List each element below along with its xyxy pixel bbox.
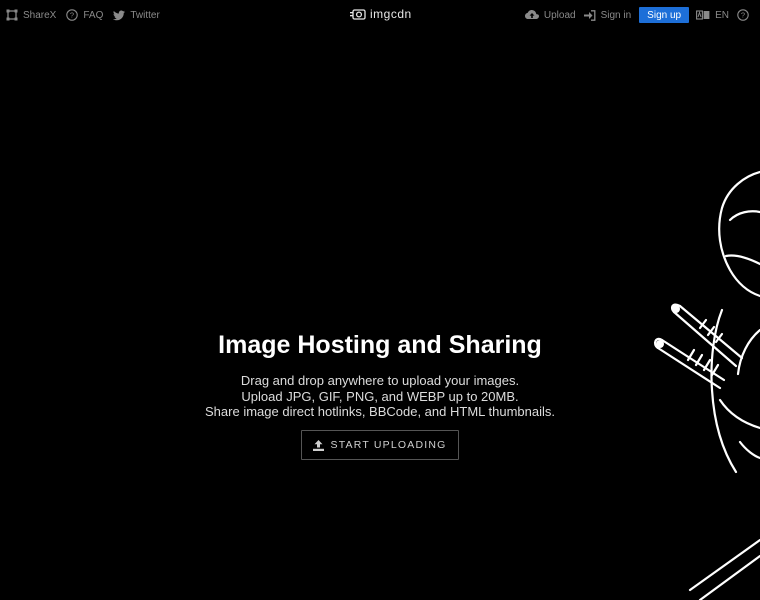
nav-faq-label: FAQ bbox=[83, 9, 104, 21]
top-navigation-bar: ShareX ? FAQ Twitter imgcdn Upload Sign … bbox=[0, 0, 760, 30]
nav-left: ShareX ? FAQ Twitter bbox=[6, 8, 170, 22]
question-circle-icon: ? bbox=[66, 9, 79, 21]
nav-signin-label: Sign in bbox=[600, 9, 632, 21]
start-uploading-button[interactable]: START UPLOADING bbox=[301, 430, 459, 460]
sign-in-icon bbox=[583, 9, 596, 21]
hero-desc-line-3: Share image direct hotlinks, BBCode, and… bbox=[205, 404, 555, 419]
page-title: Image Hosting and Sharing bbox=[218, 331, 542, 359]
brand-name: imgcdn bbox=[370, 7, 412, 21]
hero-description: Drag and drop anywhere to upload your im… bbox=[0, 373, 760, 420]
camera-icon bbox=[350, 9, 366, 20]
nav-signin-link[interactable]: Sign in bbox=[583, 9, 632, 21]
cloud-upload-icon bbox=[524, 10, 539, 19]
ninja-illustration bbox=[653, 170, 760, 600]
nav-faq-link[interactable]: ? FAQ bbox=[66, 9, 103, 21]
signup-button[interactable]: Sign up bbox=[639, 7, 690, 23]
language-label: EN bbox=[715, 9, 729, 21]
help-icon: ? bbox=[737, 9, 749, 21]
twitter-icon bbox=[113, 10, 126, 20]
svg-text:?: ? bbox=[70, 11, 74, 20]
brand-logo[interactable]: imgcdn bbox=[350, 7, 412, 21]
help-button[interactable]: ? bbox=[737, 9, 754, 21]
nav-twitter-label: Twitter bbox=[130, 9, 160, 21]
nav-right: Upload Sign in Sign up EN ? bbox=[524, 7, 754, 23]
language-selector[interactable]: EN bbox=[696, 10, 729, 21]
start-uploading-label: START UPLOADING bbox=[330, 439, 447, 451]
hero-desc-line-2: Upload JPG, GIF, PNG, and WEBP up to 20M… bbox=[241, 388, 519, 404]
hero-desc-line-1: Drag and drop anywhere to upload your im… bbox=[240, 373, 520, 388]
hero-section: Image Hosting and Sharing Drag and drop … bbox=[0, 330, 760, 460]
upload-icon bbox=[313, 439, 325, 451]
nav-upload-label: Upload bbox=[543, 9, 576, 21]
sharex-icon bbox=[6, 9, 18, 21]
nav-sharex-link[interactable]: ShareX bbox=[6, 9, 56, 21]
nav-sharex-label: ShareX bbox=[23, 9, 57, 21]
language-icon bbox=[696, 10, 710, 20]
nav-twitter-link[interactable]: Twitter bbox=[113, 9, 160, 21]
nav-upload-link[interactable]: Upload bbox=[524, 9, 576, 21]
svg-text:?: ? bbox=[741, 11, 745, 20]
